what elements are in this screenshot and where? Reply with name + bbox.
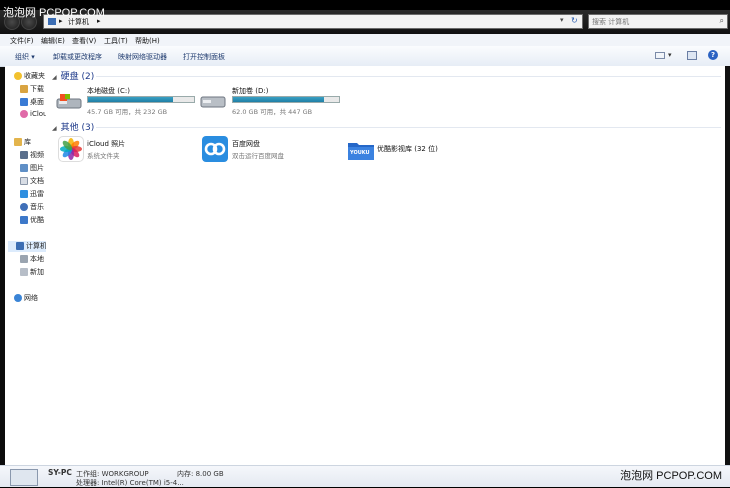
refresh-icon[interactable]: ↻ bbox=[571, 16, 578, 25]
navigation-pane: 收藏夹 下载 桌面 iCloud 库 视频 图片 文档 迅雷 音乐 优酷 计算机… bbox=[5, 66, 47, 465]
icloud-photos-icon bbox=[58, 136, 84, 162]
youku-library-icon: YOUKU bbox=[347, 139, 375, 161]
address-row: ▸ 计算机 ▸ ▾ ↻ ⌕ bbox=[0, 10, 730, 34]
nav-local-disk[interactable]: 本地 bbox=[20, 254, 44, 265]
drive-c-usage-fill bbox=[88, 97, 173, 102]
address-dropdown-icon[interactable]: ▾ bbox=[560, 16, 564, 24]
nav-icloud[interactable]: iCloud bbox=[20, 110, 46, 121]
picture-icon bbox=[20, 164, 28, 172]
preview-pane-icon[interactable] bbox=[687, 51, 697, 60]
organize-button[interactable]: 组织 ▾ bbox=[15, 52, 35, 62]
group-header-disks[interactable]: ◢ 硬盘 (2) bbox=[52, 69, 94, 82]
group-header-others[interactable]: ◢ 其他 (3) bbox=[52, 120, 94, 133]
menu-tools[interactable]: 工具(T) bbox=[104, 36, 128, 46]
nav-desktop[interactable]: 桌面 bbox=[20, 97, 44, 108]
icloud-photos-type: 系统文件夹 bbox=[87, 152, 120, 160]
search-box[interactable]: ⌕ bbox=[588, 14, 728, 29]
nav-videos[interactable]: 视频 bbox=[20, 150, 44, 161]
drive-icon bbox=[20, 268, 28, 276]
computer-icon bbox=[16, 242, 24, 250]
drive-c-name[interactable]: 本地磁盘 (C:) bbox=[87, 86, 130, 96]
nav-computer[interactable]: 计算机 bbox=[8, 241, 46, 252]
youku-library-name[interactable]: 优酷影视库 (32 位) bbox=[377, 144, 438, 154]
watermark-bottom-right: 泡泡网 PCPOP.COM bbox=[620, 470, 722, 482]
baidu-netdisk-icon bbox=[202, 136, 228, 162]
icloud-photos-name[interactable]: iCloud 照片 bbox=[87, 139, 125, 149]
help-icon[interactable]: ? bbox=[708, 50, 718, 60]
nav-favorites[interactable]: 收藏夹 bbox=[14, 71, 45, 82]
memory: 内存: 8.00 GB bbox=[177, 470, 224, 478]
desktop-icon bbox=[20, 98, 28, 106]
download-folder-icon bbox=[20, 85, 28, 93]
thunder-icon bbox=[20, 190, 28, 198]
nav-network[interactable]: 网络 bbox=[14, 293, 38, 304]
drive-c-space: 45.7 GB 可用，共 232 GB bbox=[87, 108, 168, 116]
drive-d-usage-fill bbox=[233, 97, 325, 102]
processor: 处理器: Intel(R) Core(TM) i5-4... bbox=[76, 479, 184, 487]
group-divider bbox=[96, 127, 721, 128]
drive-d-usage-bar bbox=[232, 96, 340, 103]
drive-c-icon bbox=[56, 93, 82, 111]
nav-music[interactable]: 音乐 bbox=[20, 202, 44, 213]
pc-name: SY-PC bbox=[48, 468, 72, 477]
view-options-icon[interactable] bbox=[655, 52, 665, 59]
drive-d-icon bbox=[200, 94, 226, 110]
open-control-panel-button[interactable]: 打开控制面板 bbox=[183, 52, 225, 62]
nav-documents[interactable]: 文档 bbox=[20, 176, 44, 187]
star-icon bbox=[14, 72, 22, 80]
menu-bar: 文件(F) 编辑(E) 查看(V) 工具(T) 帮助(H) bbox=[0, 34, 730, 46]
address-bar[interactable]: ▸ 计算机 ▸ ▾ ↻ bbox=[43, 14, 583, 29]
view-dropdown-icon[interactable]: ▾ bbox=[668, 51, 672, 59]
nav-thunder[interactable]: 迅雷 bbox=[20, 189, 44, 200]
menu-help[interactable]: 帮助(H) bbox=[135, 36, 160, 46]
nav-new-volume[interactable]: 新加 bbox=[20, 267, 44, 278]
watermark-top-left: 泡泡网 PCPOP.COM bbox=[3, 7, 105, 19]
drive-d-space: 62.0 GB 可用，共 447 GB bbox=[232, 108, 313, 116]
drive-icon bbox=[20, 255, 28, 263]
video-icon bbox=[20, 151, 28, 159]
collapse-icon[interactable]: ◢ bbox=[52, 125, 57, 132]
uninstall-program-button[interactable]: 卸载或更改程序 bbox=[53, 52, 102, 62]
icloud-icon bbox=[20, 110, 28, 118]
nav-pictures[interactable]: 图片 bbox=[20, 163, 44, 174]
menu-file[interactable]: 文件(F) bbox=[10, 36, 34, 46]
search-icon[interactable]: ⌕ bbox=[720, 16, 724, 26]
music-icon bbox=[20, 203, 28, 211]
library-icon bbox=[14, 138, 22, 146]
drive-c-usage-bar bbox=[87, 96, 195, 103]
document-icon bbox=[20, 177, 28, 185]
drive-d-name[interactable]: 新加卷 (D:) bbox=[232, 86, 268, 96]
baidu-netdisk-type: 双击运行百度网盘 bbox=[232, 152, 284, 160]
computer-large-icon bbox=[10, 469, 38, 486]
right-edge bbox=[725, 66, 730, 465]
menu-edit[interactable]: 编辑(E) bbox=[41, 36, 65, 46]
collapse-icon[interactable]: ◢ bbox=[52, 74, 57, 81]
nav-downloads[interactable]: 下载 bbox=[20, 84, 44, 95]
nav-libraries[interactable]: 库 bbox=[14, 137, 31, 148]
baidu-netdisk-name[interactable]: 百度网盘 bbox=[232, 139, 260, 149]
search-input[interactable] bbox=[589, 15, 716, 28]
content-pane: ◢ 硬盘 (2) 本地磁盘 (C:) 45.7 GB 可用，共 232 GB 新加… bbox=[46, 66, 725, 465]
group-divider bbox=[96, 76, 721, 77]
nav-youku[interactable]: 优酷 bbox=[20, 215, 44, 226]
youku-folder-icon bbox=[20, 216, 28, 224]
network-icon bbox=[14, 294, 22, 302]
map-network-drive-button[interactable]: 映射网络驱动器 bbox=[118, 52, 167, 62]
command-bar: 组织 ▾ 卸载或更改程序 映射网络驱动器 打开控制面板 ▾ ? bbox=[0, 46, 730, 67]
menu-view[interactable]: 查看(V) bbox=[72, 36, 96, 46]
